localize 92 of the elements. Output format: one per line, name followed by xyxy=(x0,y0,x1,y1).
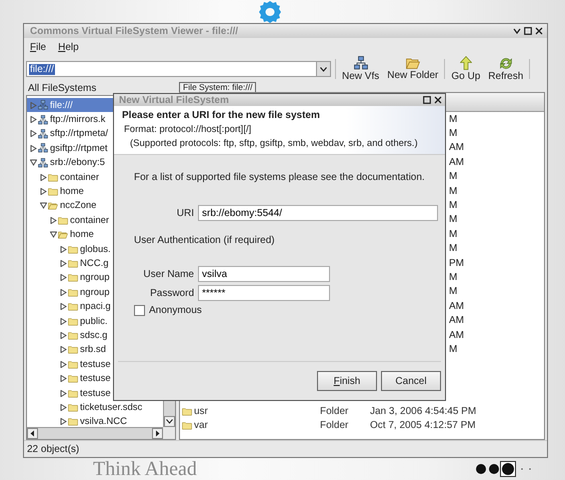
table-cell: M xyxy=(449,200,458,212)
tree-item[interactable]: ticketuser.sdsc xyxy=(27,400,163,415)
network-icon xyxy=(38,158,48,168)
network-icon xyxy=(38,128,48,139)
network-icon xyxy=(38,100,48,110)
toolbar-button[interactable]: Go Up xyxy=(449,56,482,82)
collapsed-arrow-icon[interactable] xyxy=(50,216,57,224)
table-cell-text: Folder xyxy=(320,406,350,417)
toolbar-button[interactable]: New Vfs xyxy=(340,56,382,82)
dialog-heading: Please enter a URI for the new file system xyxy=(122,110,321,121)
tree-item[interactable]: NCC.g xyxy=(27,256,163,271)
table-cell-text: Folder xyxy=(320,420,350,432)
status-text: 22 object(s) xyxy=(27,444,80,454)
section-label: User Authentication (if required) xyxy=(134,235,276,246)
uri-field[interactable]: srb://ebomy:5544/ xyxy=(198,205,438,221)
tree-item[interactable]: container xyxy=(27,213,163,228)
maximize-icon[interactable] xyxy=(524,27,532,35)
close-icon[interactable] xyxy=(535,27,543,35)
scroll-right-button[interactable] xyxy=(152,428,163,439)
table-cell: M xyxy=(449,243,458,254)
network-icon xyxy=(38,143,48,154)
menu-item[interactable]: File xyxy=(30,42,46,52)
dropdown-caret-icon[interactable] xyxy=(320,66,327,72)
documentation-note: For a list of supported file systems please see the documentation. xyxy=(134,172,426,183)
refresh-icon xyxy=(498,56,513,70)
close-icon[interactable] xyxy=(434,96,442,104)
tree-item[interactable]: home xyxy=(27,184,163,199)
file-system-tab[interactable]: File System: file:/// xyxy=(179,82,256,92)
open-folder-icon xyxy=(406,57,420,69)
format-hint: Format: protocol://host[:port][/] xyxy=(123,124,252,135)
field-label: User Name xyxy=(142,268,194,280)
open-folder-icon xyxy=(48,201,58,210)
protocols-hint: (Supported protocols: ftp, sftp, gsiftp, smb, webdav, srb, and others.) xyxy=(129,138,419,149)
table-cell: M xyxy=(449,344,458,355)
menu-item[interactable]: Help xyxy=(58,42,79,52)
username-field[interactable]: vsilva xyxy=(198,266,330,282)
network-icon xyxy=(354,56,368,70)
password-field[interactable]: ****** xyxy=(198,285,330,301)
menu-caret-icon[interactable] xyxy=(513,27,521,35)
table-cell: M xyxy=(449,286,458,298)
scroll-left-button[interactable] xyxy=(27,428,38,439)
table-cell-text: Oct 7, 2005 4:12:57 PM xyxy=(370,420,477,432)
dialog-button[interactable]: Cancel xyxy=(381,371,441,391)
toolbar-button[interactable]: New Folder xyxy=(385,57,440,81)
file-row[interactable]: usr Folder Jan 3, 2006 4:54:45 PM xyxy=(180,404,544,419)
left-triangle-icon xyxy=(30,430,35,437)
file-row[interactable]: var Folder Oct 7, 2005 4:12:57 PM xyxy=(180,418,544,433)
tree-item[interactable]: testuse xyxy=(27,386,163,400)
right-triangle-icon xyxy=(155,430,160,437)
table-cell: AM xyxy=(449,300,464,312)
checkbox-label: Anonymous xyxy=(149,305,202,316)
field-label: Password xyxy=(149,288,194,298)
tree-item[interactable]: testuse xyxy=(27,357,163,372)
table-cell: AM xyxy=(449,330,464,341)
tree-item[interactable]: vsilva.NCC xyxy=(27,414,163,427)
table-cell: AM xyxy=(449,315,464,326)
expanded-arrow-icon[interactable] xyxy=(50,231,57,238)
dialog-button[interactable]: Finish xyxy=(317,371,377,391)
table-cell: M xyxy=(449,228,458,240)
network-icon xyxy=(38,114,48,125)
table-cell: AM xyxy=(449,142,464,154)
location-combo[interactable]: file:/// xyxy=(26,61,331,77)
scroll-down-button[interactable] xyxy=(164,416,175,427)
table-cell: PM xyxy=(449,258,464,269)
table-cell-text: Jan 3, 2006 4:54:45 PM xyxy=(370,406,478,417)
expanded-arrow-icon[interactable] xyxy=(40,202,47,210)
up-arrow-icon xyxy=(460,56,472,70)
maximize-icon[interactable] xyxy=(423,96,431,104)
pane-title: All FileSystems xyxy=(28,82,98,95)
expanded-arrow-icon[interactable] xyxy=(30,159,37,166)
window-title: Commons Virtual FileSystem Viewer - file:/// xyxy=(30,26,238,36)
checkbox[interactable] xyxy=(134,305,145,316)
field-label: URI xyxy=(176,208,194,218)
folder-icon xyxy=(58,216,68,225)
table-cell: M xyxy=(449,114,458,125)
table-cell: M xyxy=(449,272,458,283)
tree-item[interactable]: sdsc.g xyxy=(27,328,163,343)
horizontal-scrollbar[interactable] xyxy=(27,427,163,439)
table-cell: M xyxy=(449,171,458,182)
table-cell: M xyxy=(449,128,458,140)
tree-item[interactable]: nccZone xyxy=(27,198,163,214)
table-cell: M xyxy=(449,214,458,226)
table-cell: M xyxy=(449,186,458,197)
table-cell: AM xyxy=(449,156,464,168)
tree-item[interactable]: srb://ebony:5 xyxy=(27,156,163,170)
toolbar-button[interactable]: Refresh xyxy=(486,56,526,82)
wallpaper-slogan: Think Ahead xyxy=(93,458,197,480)
down-caret-icon xyxy=(166,419,173,424)
tree-item[interactable]: srb.sd xyxy=(27,342,163,358)
tree-item[interactable]: testuse xyxy=(27,371,163,386)
scrollbar-corner xyxy=(163,427,175,439)
open-folder-icon xyxy=(58,230,68,240)
